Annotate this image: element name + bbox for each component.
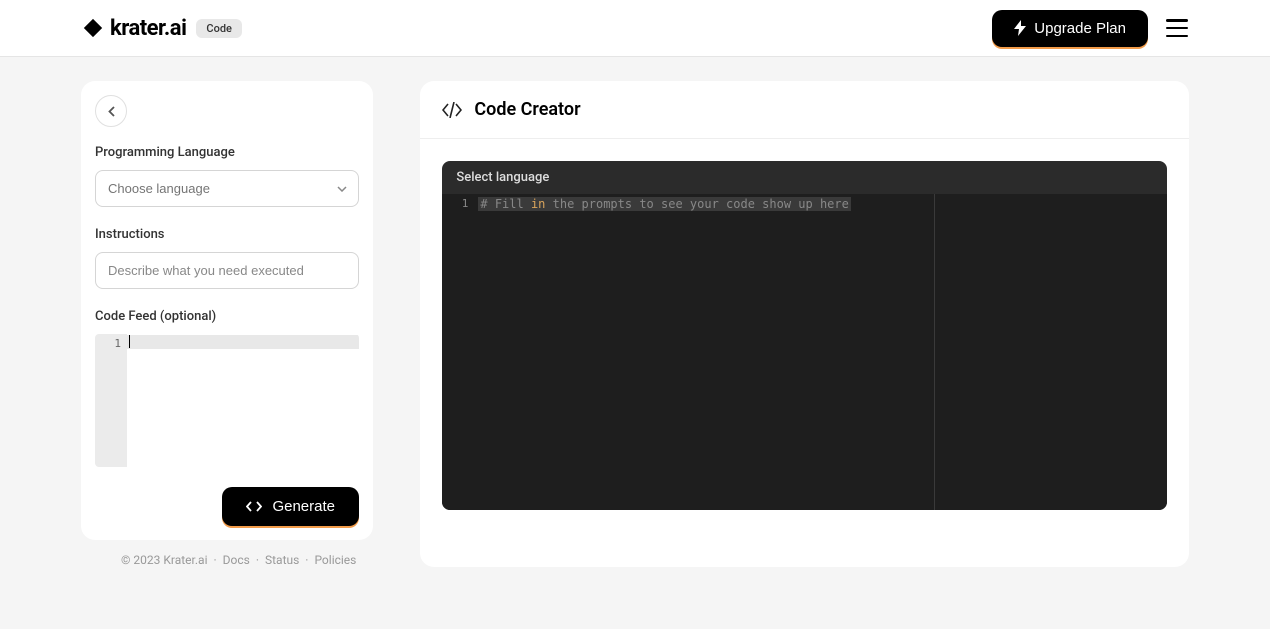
- code-content[interactable]: # Fill in the prompts to see your code s…: [476, 194, 1167, 510]
- chevron-left-icon: [108, 106, 115, 117]
- output-header: Code Creator: [420, 81, 1189, 139]
- back-button[interactable]: [95, 95, 127, 127]
- hamburger-menu-icon[interactable]: [1166, 19, 1188, 37]
- logo-icon: [82, 17, 104, 39]
- language-select[interactable]: [95, 170, 359, 207]
- logo[interactable]: krater.ai: [82, 16, 186, 41]
- code-body: 1 # Fill in the prompts to see your code…: [442, 194, 1167, 510]
- code-divider: [934, 194, 935, 510]
- feed-gutter: 1: [95, 334, 127, 467]
- code-icon: [442, 102, 462, 118]
- code-block: Select language 1 # Fill in the prompts …: [442, 161, 1167, 510]
- code-block-header: Select language: [442, 161, 1167, 194]
- footer-status[interactable]: Status: [265, 553, 299, 567]
- generate-label: Generate: [272, 498, 335, 515]
- language-label: Programming Language: [95, 145, 359, 160]
- instructions-label: Instructions: [95, 227, 359, 242]
- feed-content[interactable]: [127, 334, 359, 467]
- upgrade-label: Upgrade Plan: [1034, 20, 1126, 37]
- output-panel: Code Creator Select language 1 # Fill in…: [420, 81, 1189, 567]
- header-left: krater.ai Code: [82, 16, 242, 41]
- section-badge: Code: [196, 19, 242, 38]
- feed-line-1: 1: [114, 337, 121, 350]
- code-feed-label: Code Feed (optional): [95, 309, 359, 324]
- logo-text: krater.ai: [110, 16, 186, 41]
- code-gutter: 1: [442, 194, 476, 510]
- header-right: Upgrade Plan: [992, 10, 1188, 47]
- language-select-wrap: [95, 170, 359, 207]
- code-line-1: # Fill in the prompts to see your code s…: [478, 197, 850, 211]
- app-header: krater.ai Code Upgrade Plan: [0, 0, 1270, 57]
- code-area: Select language 1 # Fill in the prompts …: [420, 139, 1189, 532]
- copyright: © 2023 Krater.ai: [121, 553, 208, 567]
- code-icon: [246, 500, 262, 513]
- footer-docs[interactable]: Docs: [223, 553, 250, 567]
- instructions-input[interactable]: [95, 252, 359, 289]
- code-feed-editor[interactable]: 1: [95, 334, 359, 467]
- output-title: Code Creator: [474, 99, 580, 120]
- main-content: Programming Language Instructions Code F…: [0, 57, 1270, 567]
- upgrade-plan-button[interactable]: Upgrade Plan: [992, 10, 1148, 47]
- footer-policies[interactable]: Policies: [314, 553, 356, 567]
- input-panel: Programming Language Instructions Code F…: [81, 81, 373, 540]
- left-column: Programming Language Instructions Code F…: [81, 81, 396, 567]
- line-number-1: 1: [462, 197, 469, 210]
- generate-button[interactable]: Generate: [222, 487, 359, 526]
- bolt-icon: [1014, 20, 1026, 36]
- footer: © 2023 Krater.ai · Docs · Status · Polic…: [81, 540, 396, 567]
